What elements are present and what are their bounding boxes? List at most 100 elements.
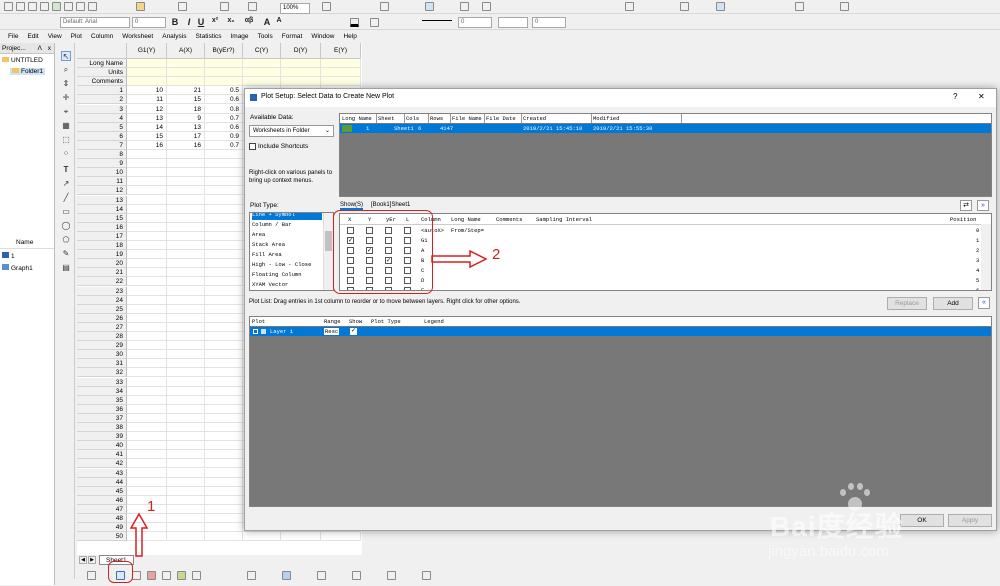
table-cell[interactable] — [205, 423, 243, 432]
table-cell[interactable] — [127, 468, 167, 478]
row-header[interactable]: 8 — [77, 150, 127, 159]
template-library-icon[interactable] — [317, 571, 326, 580]
table-cell[interactable] — [127, 477, 167, 487]
show-tab[interactable]: Show(S) — [340, 202, 364, 210]
filter-icon[interactable] — [625, 2, 634, 11]
table-cell[interactable] — [127, 322, 167, 332]
row-header[interactable]: 6 — [77, 131, 127, 141]
row-header[interactable]: 27 — [77, 322, 127, 332]
table-cell[interactable] — [167, 322, 205, 332]
table-cell[interactable] — [127, 395, 167, 405]
table-cell[interactable] — [167, 168, 205, 178]
label-row-header[interactable]: Units — [77, 68, 127, 78]
table-cell[interactable] — [205, 213, 243, 223]
table-cell[interactable] — [167, 159, 205, 169]
menu-item-plot[interactable]: Plot — [71, 33, 82, 40]
print-icon[interactable] — [248, 2, 257, 11]
assign-column-header[interactable]: Sampling Interval — [536, 216, 592, 223]
data-column-header[interactable]: Long Name — [342, 115, 372, 122]
table-cell[interactable]: 17 — [167, 131, 205, 141]
table-cell[interactable]: 0.9 — [205, 131, 243, 141]
rectangle-tool-icon[interactable]: ▭ — [61, 207, 71, 217]
table-cell[interactable] — [127, 286, 167, 296]
bold-button[interactable]: B — [170, 17, 180, 27]
table-cell[interactable] — [167, 523, 205, 533]
table-cell[interactable] — [205, 341, 243, 351]
row-header[interactable]: 33 — [77, 377, 127, 387]
add-column-icon[interactable] — [482, 2, 491, 11]
row-header[interactable]: 11 — [77, 177, 127, 187]
screen-reader-icon[interactable]: ⌖ — [61, 107, 71, 117]
navigate-left-icon[interactable] — [795, 2, 804, 11]
row-header[interactable]: 4 — [77, 113, 127, 123]
label-cell[interactable] — [281, 59, 321, 68]
table-cell[interactable] — [167, 459, 205, 469]
table-cell[interactable] — [127, 186, 167, 196]
new-worksheet-icon[interactable] — [16, 2, 25, 11]
menu-item-statistics[interactable]: Statistics — [195, 33, 221, 40]
table-cell[interactable]: 0.6 — [205, 95, 243, 105]
table-cell[interactable] — [281, 532, 321, 542]
table-cell[interactable] — [127, 341, 167, 351]
data-column-header[interactable]: Cols — [406, 115, 419, 122]
table-cell[interactable] — [127, 459, 167, 469]
table-cell[interactable] — [127, 295, 167, 305]
data-column-header[interactable]: File Name — [452, 115, 482, 122]
label-cell[interactable] — [205, 77, 243, 87]
table-cell[interactable] — [167, 350, 205, 360]
tab-scroll-left-icon[interactable]: ◀ — [79, 556, 87, 564]
table-cell[interactable] — [167, 432, 205, 442]
tree-root[interactable]: UNTITLED — [2, 57, 43, 64]
table-cell[interactable] — [167, 213, 205, 223]
row-header[interactable]: 28 — [77, 332, 127, 341]
results-log-icon[interactable] — [425, 2, 434, 11]
menu-item-column[interactable]: Column — [91, 33, 113, 40]
table-cell[interactable] — [205, 350, 243, 360]
table-cell[interactable] — [167, 423, 205, 432]
table-cell[interactable] — [127, 268, 167, 278]
column-header[interactable]: D(Y) — [281, 43, 321, 59]
apply-button[interactable]: Apply — [948, 514, 992, 527]
new-function-icon[interactable] — [88, 2, 97, 11]
table-cell[interactable] — [127, 486, 167, 496]
assign-column-header[interactable]: Position — [950, 216, 976, 223]
plot-list-header[interactable]: Legend — [424, 318, 444, 325]
row-header[interactable]: 23 — [77, 286, 127, 296]
menu-item-edit[interactable]: Edit — [27, 33, 38, 40]
column-header[interactable]: B(yEr?) — [205, 43, 243, 59]
table-cell[interactable] — [167, 241, 205, 250]
table-cell[interactable] — [127, 404, 167, 414]
table-cell[interactable] — [127, 377, 167, 387]
label-cell[interactable] — [167, 59, 205, 68]
row-header[interactable]: 2 — [77, 95, 127, 105]
table-cell[interactable] — [205, 432, 243, 442]
table-cell[interactable]: 12 — [127, 104, 167, 114]
table-cell[interactable] — [127, 441, 167, 451]
contour-plot-icon[interactable] — [282, 571, 291, 580]
row-header[interactable]: 35 — [77, 395, 127, 405]
table-cell[interactable] — [167, 222, 205, 232]
row-header[interactable]: 48 — [77, 514, 127, 523]
table-cell[interactable] — [127, 168, 167, 178]
table-cell[interactable] — [205, 523, 243, 533]
table-cell[interactable] — [205, 368, 243, 378]
info-icon[interactable] — [716, 2, 725, 11]
refresh-icon[interactable] — [322, 2, 331, 11]
code-builder-icon[interactable] — [380, 2, 389, 11]
greek-button[interactable]: αβ — [244, 17, 254, 24]
table-cell[interactable] — [205, 313, 243, 323]
table-cell[interactable] — [127, 150, 167, 159]
ok-button[interactable]: OK — [900, 514, 944, 527]
new-matrix-icon[interactable] — [40, 2, 49, 11]
row-header[interactable]: 15 — [77, 213, 127, 223]
table-cell[interactable] — [167, 468, 205, 478]
menu-item-file[interactable]: File — [8, 33, 18, 40]
data-column-header[interactable]: File Date — [486, 115, 516, 122]
table-cell[interactable] — [127, 350, 167, 360]
add-button[interactable]: Add — [933, 297, 973, 310]
table-cell[interactable] — [205, 295, 243, 305]
list-header[interactable]: Name — [0, 239, 54, 249]
row-header[interactable]: 22 — [77, 277, 127, 287]
plot-type-item[interactable]: High - Low - Close — [252, 260, 322, 270]
table-cell[interactable] — [205, 322, 243, 332]
